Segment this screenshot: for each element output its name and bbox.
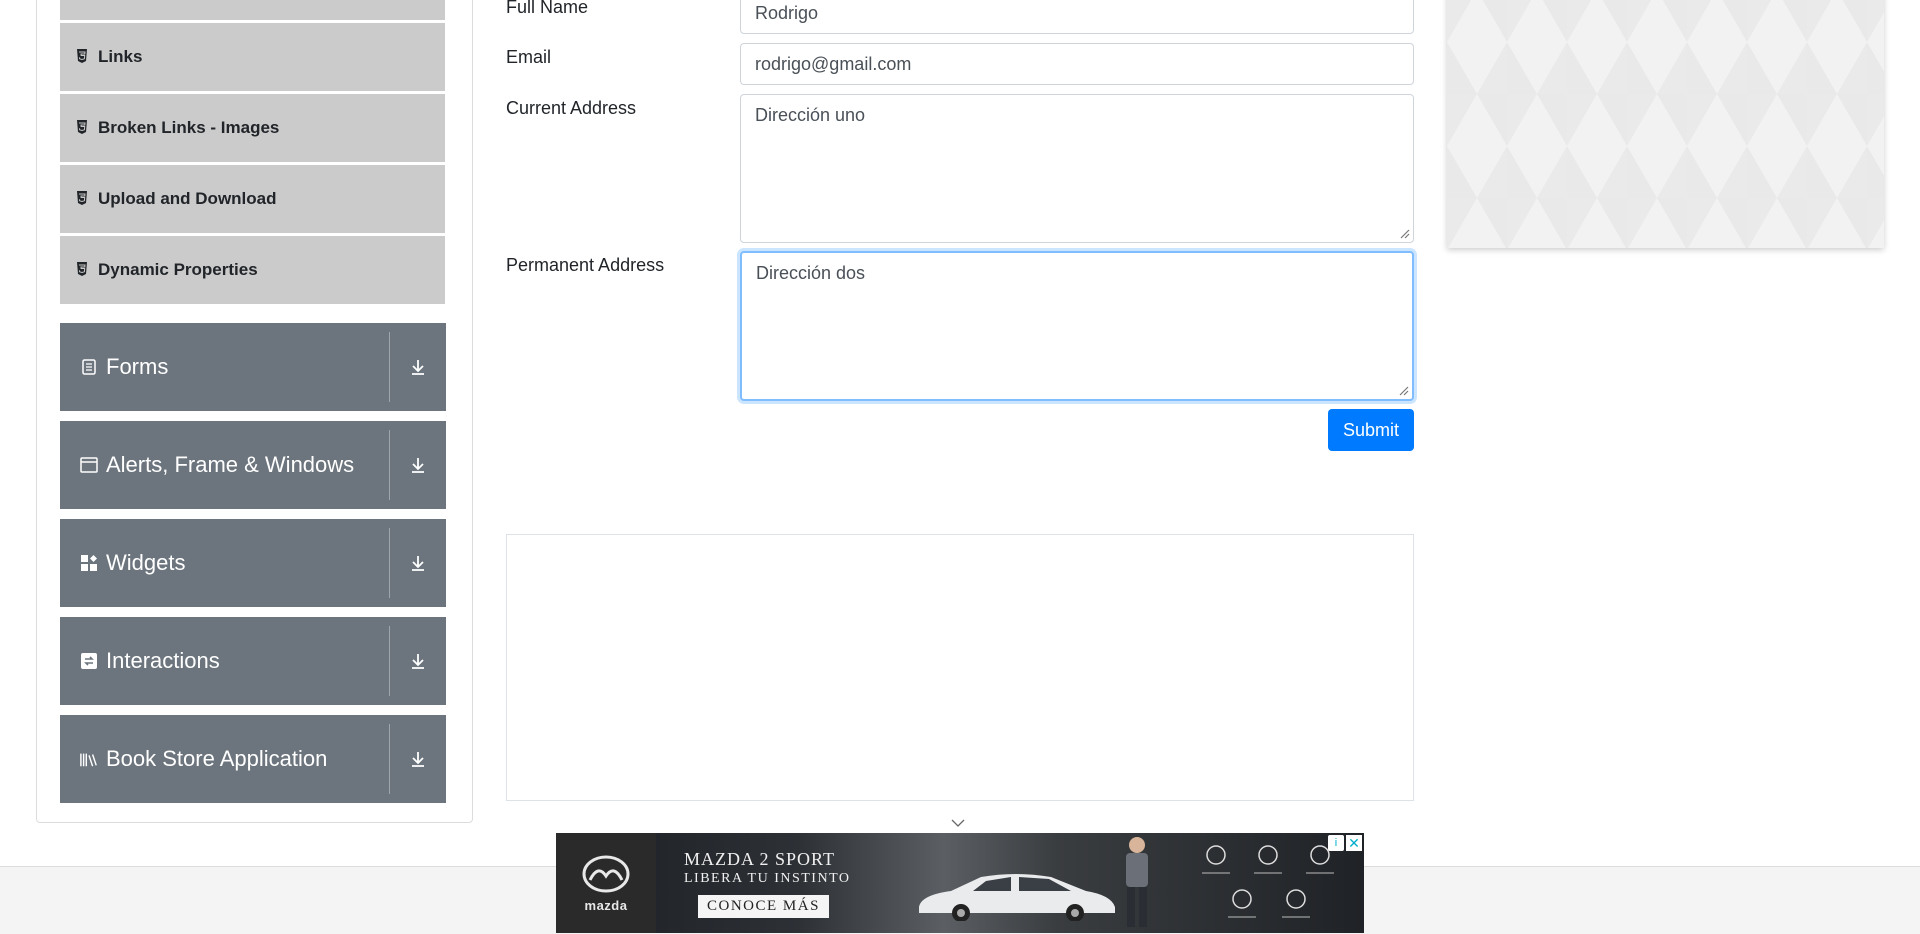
download-icon[interactable] — [390, 456, 446, 474]
ad-banner[interactable]: mazda MAZDA 2 SPORT LIBERA TU INSTINTO C… — [556, 833, 1364, 933]
car-image — [919, 874, 1115, 921]
ad-headline: MAZDA 2 SPORT — [684, 849, 835, 869]
widgets-icon — [80, 554, 98, 572]
download-icon[interactable] — [390, 554, 446, 572]
sidebar-item-upload-download[interactable]: Upload and Download — [60, 165, 445, 233]
html5-icon — [76, 262, 90, 278]
swap-icon — [80, 652, 98, 670]
sidebar-item-links[interactable]: Links — [60, 23, 445, 91]
group-label: Forms — [106, 354, 169, 379]
ad-tagline: LIBERA TU INSTINTO — [684, 871, 851, 886]
close-icon[interactable]: ✕ — [1346, 835, 1362, 851]
ad-brand: mazda — [584, 897, 628, 913]
download-icon[interactable] — [390, 652, 446, 670]
books-icon — [80, 750, 98, 768]
current-address-value: Dirección uno — [755, 105, 866, 125]
ad-logo: mazda — [556, 833, 656, 933]
full-name-label: Full Name — [506, 0, 589, 17]
permanent-address-textarea[interactable]: Dirección dos — [740, 251, 1414, 401]
person-image — [1126, 837, 1148, 927]
sidebar-group-book-store[interactable]: Book Store Application — [60, 715, 446, 803]
sidebar-group-forms[interactable]: Forms — [60, 323, 446, 411]
window-icon — [80, 456, 98, 474]
sidebar-group-alerts[interactable]: Alerts, Frame & Windows — [60, 421, 446, 509]
email-label: Email — [506, 47, 552, 67]
html5-icon — [76, 120, 90, 136]
current-address-label: Current Address — [506, 98, 637, 118]
mazda-logo-icon — [582, 855, 630, 892]
group-label: Widgets — [106, 550, 186, 575]
output-box — [506, 534, 1414, 801]
right-banner-image — [1447, 0, 1884, 248]
html5-icon — [76, 191, 90, 207]
resize-handle-icon[interactable] — [1397, 384, 1409, 396]
permanent-address-value: Dirección dos — [756, 263, 866, 283]
group-label: Book Store Application — [106, 746, 328, 771]
adchoices-icon[interactable]: i — [1328, 835, 1344, 851]
sidebar-item-label: Dynamic Properties — [98, 260, 258, 279]
html5-icon — [76, 49, 90, 65]
feature-icons-image — [1202, 845, 1334, 918]
current-address-textarea[interactable]: Dirección uno — [740, 94, 1414, 243]
permanent-address-label: Permanent Address — [506, 255, 665, 275]
sidebar-item-dynamic-properties[interactable]: Dynamic Properties — [60, 236, 445, 304]
sidebar-item-label: Broken Links - Images — [98, 118, 280, 137]
submit-button[interactable]: Submit — [1328, 409, 1414, 451]
download-icon[interactable] — [390, 750, 446, 768]
sidebar-item-label: Upload and Download — [98, 189, 277, 208]
full-name-input[interactable] — [740, 0, 1414, 34]
sidebar-item-previous[interactable] — [60, 0, 445, 20]
download-icon[interactable] — [390, 358, 446, 376]
document-icon — [80, 358, 98, 376]
email-input[interactable] — [740, 43, 1414, 85]
ad-cta-button[interactable]: CONOCE MÁS — [698, 895, 829, 918]
sidebar-item-broken-links[interactable]: Broken Links - Images — [60, 94, 445, 162]
sidebar-item-label: Links — [98, 47, 143, 66]
sidebar-group-interactions[interactable]: Interactions — [60, 617, 446, 705]
chevron-down-icon[interactable] — [950, 818, 966, 828]
sidebar-group-widgets[interactable]: Widgets — [60, 519, 446, 607]
group-label: Alerts, Frame & Windows — [106, 452, 355, 477]
group-label: Interactions — [106, 648, 220, 673]
resize-handle-icon[interactable] — [1398, 227, 1410, 239]
